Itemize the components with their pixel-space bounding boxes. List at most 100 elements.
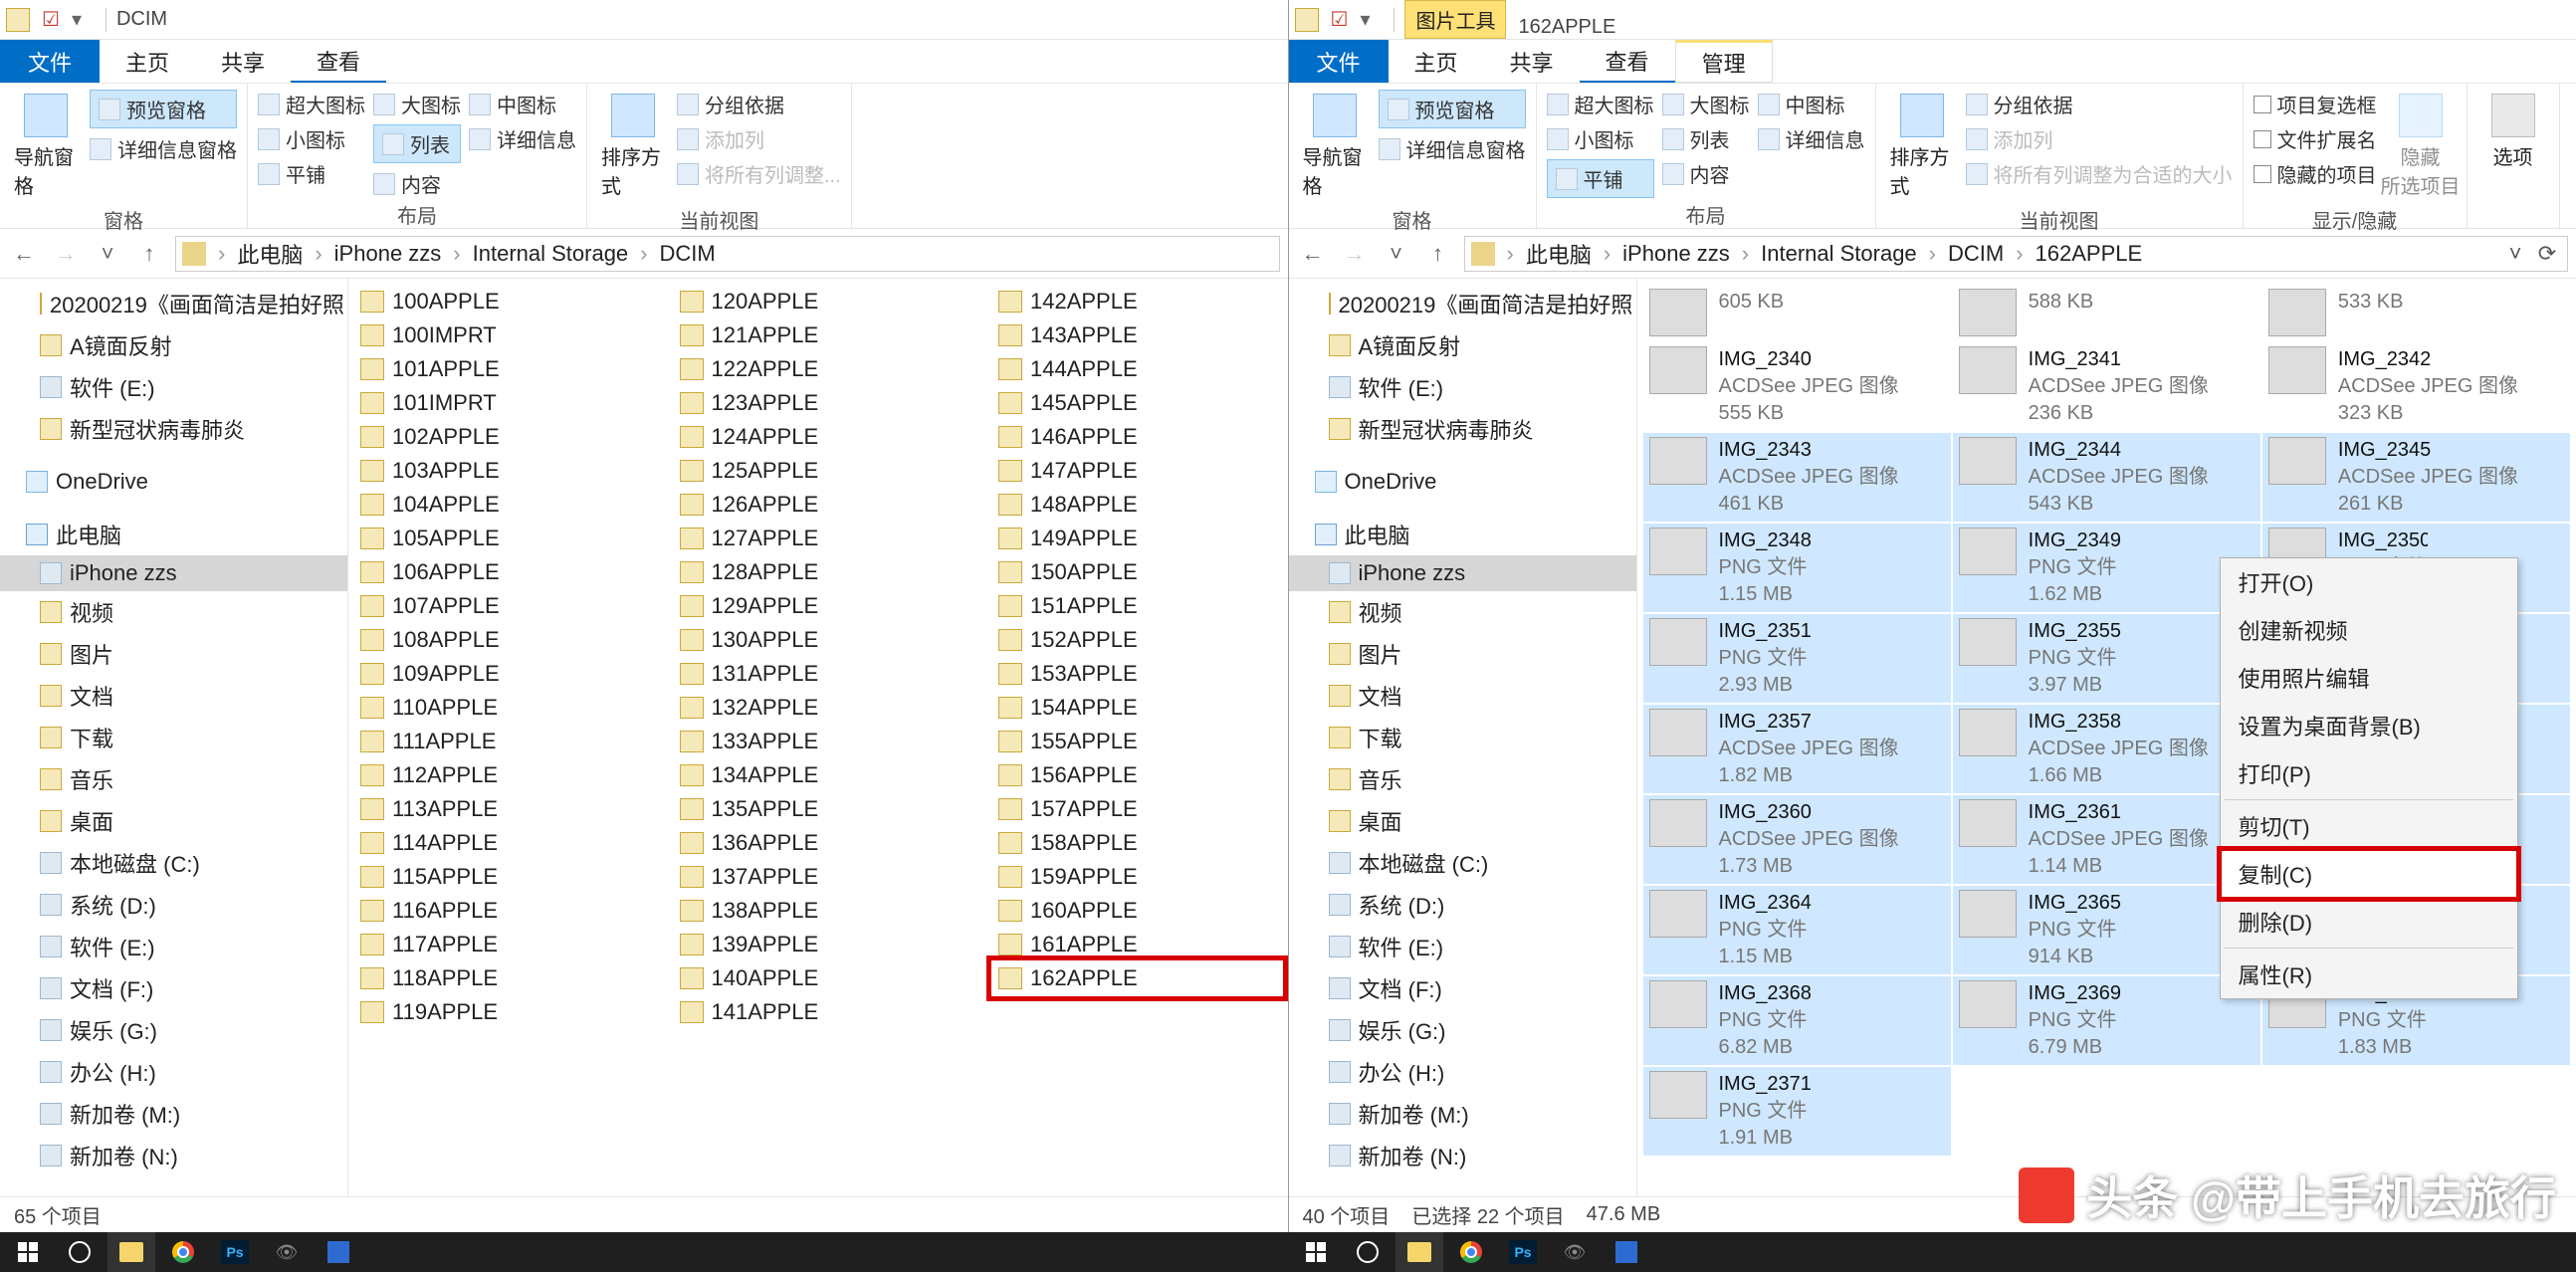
context-menu-item[interactable]: 打开(O) [2221,558,2517,606]
tree-item[interactable]: 图片 [1289,633,1636,675]
tree-item[interactable]: 娱乐 (G:) [0,1009,347,1051]
file-item[interactable]: IMG_2349PNG 文件1.62 MB [1953,524,2260,612]
breadcrumb[interactable]: › 此电脑› iPhone zzs› Internal Storage› DCI… [175,236,1280,272]
file-item[interactable]: IMG_2355PNG 文件3.97 MB [1953,614,2260,703]
folder-item[interactable]: 142APPLE [992,285,1282,318]
context-menu-item[interactable]: 设置为桌面背景(B) [2221,702,2517,749]
context-menu-item[interactable]: 打印(P) [2221,749,2517,797]
tree-item[interactable]: 视频 [0,591,347,633]
folder-item[interactable]: 126APPLE [674,488,964,522]
folder-item[interactable]: 140APPLE [674,961,964,995]
manage-tab[interactable]: 管理 [1675,40,1773,83]
file-tab[interactable]: 文件 [0,40,100,83]
tree-item[interactable]: 软件 (E:) [1289,366,1636,408]
tree-item[interactable]: 软件 (E:) [1289,926,1636,967]
tiles-button[interactable]: 平铺 [1547,159,1654,198]
tiles-button[interactable]: 平铺 [258,159,365,188]
file-item[interactable]: IMG_2344ACDSee JPEG 图像543 KB [1953,433,2260,522]
file-item[interactable]: IMG_2365PNG 文件914 KB [1953,886,2260,974]
folder-item[interactable]: 129APPLE [674,589,964,623]
file-item[interactable]: IMG_2351PNG 文件2.93 MB [1643,614,1951,703]
breadcrumb[interactable]: › 此电脑› iPhone zzs› Internal Storage› DCI… [1464,236,2569,272]
tree-item[interactable]: OneDrive [1289,464,1636,500]
folder-item[interactable]: 138APPLE [674,894,964,928]
folder-item[interactable]: 108APPLE [354,623,644,657]
file-item[interactable]: IMG_2368PNG 文件6.82 MB [1643,976,1951,1065]
folder-item[interactable]: 125APPLE [674,454,964,488]
file-item[interactable]: IMG_2364PNG 文件1.15 MB [1643,886,1951,974]
tree-item[interactable]: A镜面反射 [0,324,347,366]
folder-item[interactable]: 130APPLE [674,623,964,657]
content-button[interactable]: 内容 [1662,159,1750,188]
folder-item[interactable]: 141APPLE [674,995,964,1029]
file-item[interactable]: 533 KB [2262,285,2570,340]
folder-item[interactable]: 134APPLE [674,758,964,792]
qat-dropdown-icon[interactable]: ▾ [1360,7,1370,32]
share-tab[interactable]: 共享 [195,40,291,83]
tree-item[interactable]: 办公 (H:) [1289,1051,1636,1093]
options-button[interactable]: 选项 [2477,90,2549,174]
nav-pane-button[interactable]: 导航窗格 [1299,90,1371,203]
tree-item[interactable]: 20200219《画面简洁是拍好照 [0,283,347,324]
folder-item[interactable]: 120APPLE [674,285,964,318]
folder-item[interactable]: 146APPLE [992,420,1282,454]
tree-item[interactable]: 桌面 [1289,800,1636,842]
folder-item[interactable]: 101APPLE [354,352,644,386]
picture-tools-context-tab[interactable]: 图片工具 [1404,0,1506,39]
tree-item[interactable]: A镜面反射 [1289,324,1636,366]
photoshop-task[interactable]: Ps [211,1232,259,1272]
folder-item[interactable]: 104APPLE [354,488,644,522]
folder-item[interactable]: 121APPLE [674,318,964,352]
tree-item[interactable]: 文档 [0,675,347,717]
icons-l-button[interactable]: 大图标 [373,90,461,118]
folder-item[interactable]: 157APPLE [992,792,1282,826]
tree-item[interactable]: 新加卷 (N:) [1289,1135,1636,1176]
file-item[interactable]: IMG_2358ACDSee JPEG 图像1.66 MB [1953,705,2260,793]
app-task[interactable]: 👁 [1551,1232,1599,1272]
icons-xl-button[interactable]: 超大图标 [1547,90,1654,118]
folder-item[interactable]: 158APPLE [992,826,1282,860]
tree-item[interactable]: 此电脑 [1289,514,1636,555]
tree-item[interactable]: 娱乐 (G:) [1289,1009,1636,1051]
tree-item[interactable]: 20200219《画面简洁是拍好照 [1289,283,1636,324]
folder-item[interactable]: 143APPLE [992,318,1282,352]
photoshop-task[interactable]: Ps [1499,1232,1547,1272]
icons-s-button[interactable]: 小图标 [258,124,365,153]
qat-check-icon[interactable]: ☑ [42,7,60,32]
context-menu[interactable]: 打开(O)创建新视频使用照片编辑设置为桌面背景(B)打印(P)剪切(T)复制(C… [2220,557,2518,999]
tree-item[interactable]: 下载 [0,717,347,758]
folder-item[interactable]: 127APPLE [674,522,964,555]
app-task[interactable]: 👁 [263,1232,311,1272]
recent-button[interactable]: ˅ [1381,238,1412,270]
file-item[interactable]: IMG_2369PNG 文件6.79 MB [1953,976,2260,1065]
tree-item[interactable]: 软件 (E:) [0,926,347,967]
file-extensions-button[interactable]: 文件扩展名 [2254,124,2377,153]
tree-item[interactable]: 软件 (E:) [0,366,347,408]
context-menu-item[interactable]: 使用照片编辑 [2221,654,2517,702]
content-button[interactable]: 内容 [373,169,461,198]
folder-item[interactable]: 152APPLE [992,623,1282,657]
tree-item[interactable]: 音乐 [1289,758,1636,800]
folder-item[interactable]: 107APPLE [354,589,644,623]
folder-item[interactable]: 116APPLE [354,894,644,928]
app-task2[interactable] [315,1232,362,1272]
file-tab[interactable]: 文件 [1289,40,1389,83]
explorer-task[interactable] [107,1232,155,1272]
folder-item[interactable]: 111APPLE [354,725,644,758]
file-item[interactable]: IMG_2357ACDSee JPEG 图像1.82 MB [1643,705,1951,793]
folder-item[interactable]: 145APPLE [992,386,1282,420]
file-item[interactable]: IMG_2342ACDSee JPEG 图像323 KB [2262,342,2570,431]
dropdown-icon[interactable]: ˅ [2501,240,2529,268]
file-content[interactable]: 605 KB588 KB533 KBIMG_2340ACDSee JPEG 图像… [1637,279,2576,1196]
hidden-items-button[interactable]: 隐藏的项目 [2254,159,2377,188]
tree-item[interactable]: 文档 (F:) [1289,967,1636,1009]
list-button[interactable]: 列表 [1662,124,1750,153]
context-menu-item[interactable]: 复制(C) [2221,850,2517,898]
folder-item[interactable]: 100IMPRT [354,318,644,352]
preview-pane-button[interactable]: 预览窗格 [1379,90,1526,128]
tree-item[interactable]: 办公 (H:) [0,1051,347,1093]
file-item[interactable]: IMG_2361ACDSee JPEG 图像1.14 MB [1953,795,2260,884]
file-item[interactable]: IMG_2371PNG 文件1.91 MB [1643,1067,1951,1156]
folder-item[interactable]: 154APPLE [992,691,1282,725]
tree-item[interactable]: 视频 [1289,591,1636,633]
